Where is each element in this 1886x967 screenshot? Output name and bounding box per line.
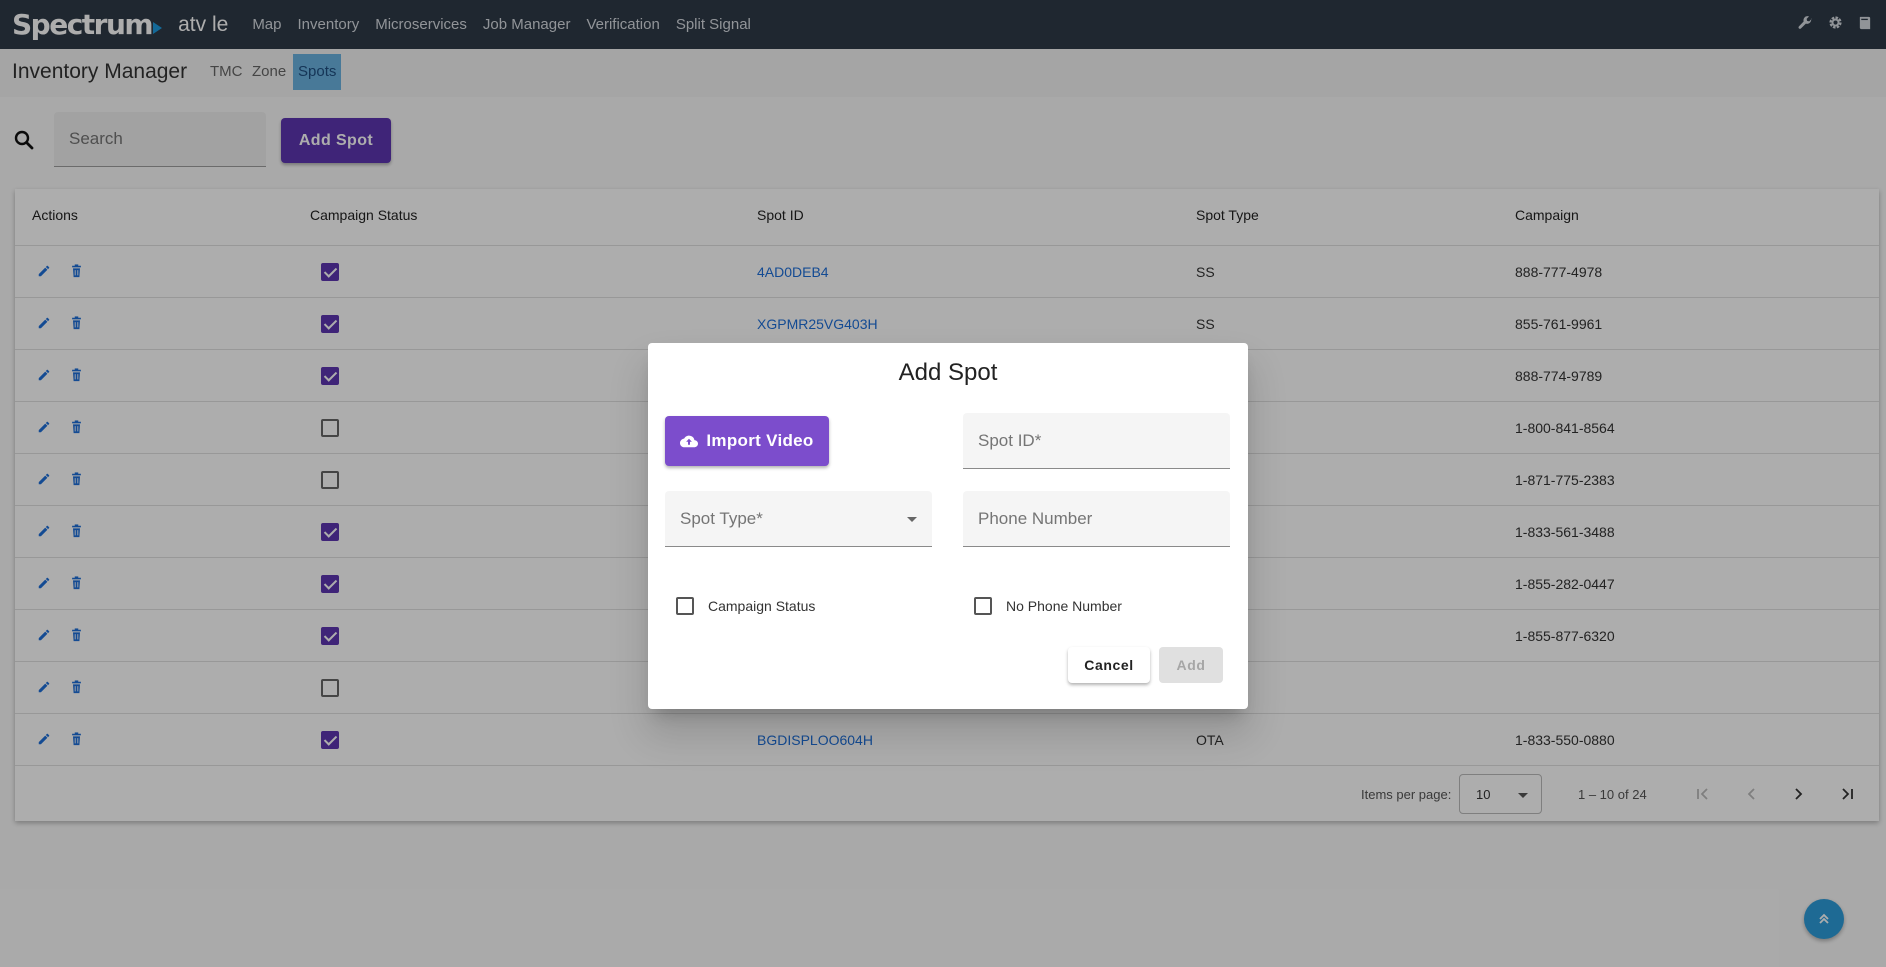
spot-type-select[interactable]: Spot Type*	[665, 491, 932, 547]
campaign-status-label: Campaign Status	[708, 598, 816, 614]
add-button[interactable]: Add	[1159, 647, 1223, 683]
checkbox-box	[676, 597, 694, 615]
no-phone-number-label: No Phone Number	[1006, 598, 1122, 614]
checkbox-box	[974, 597, 992, 615]
chevron-down-icon	[907, 517, 917, 522]
dialog-title: Add Spot	[898, 359, 998, 386]
no-phone-number-checkbox[interactable]: No Phone Number	[974, 597, 1122, 615]
campaign-status-checkbox[interactable]: Campaign Status	[676, 597, 815, 615]
import-video-button[interactable]: Import Video	[665, 416, 829, 466]
cancel-button[interactable]: Cancel	[1068, 647, 1150, 683]
cloud-upload-icon	[680, 434, 699, 448]
phone-number-input[interactable]: Phone Number	[963, 491, 1230, 547]
spot-id-input[interactable]: Spot ID*	[963, 413, 1230, 469]
spot-type-placeholder: Spot Type*	[680, 509, 763, 528]
import-video-label: Import Video	[706, 431, 814, 450]
add-spot-dialog: Add Spot Import Video Spot ID* Spot Type…	[648, 343, 1248, 709]
